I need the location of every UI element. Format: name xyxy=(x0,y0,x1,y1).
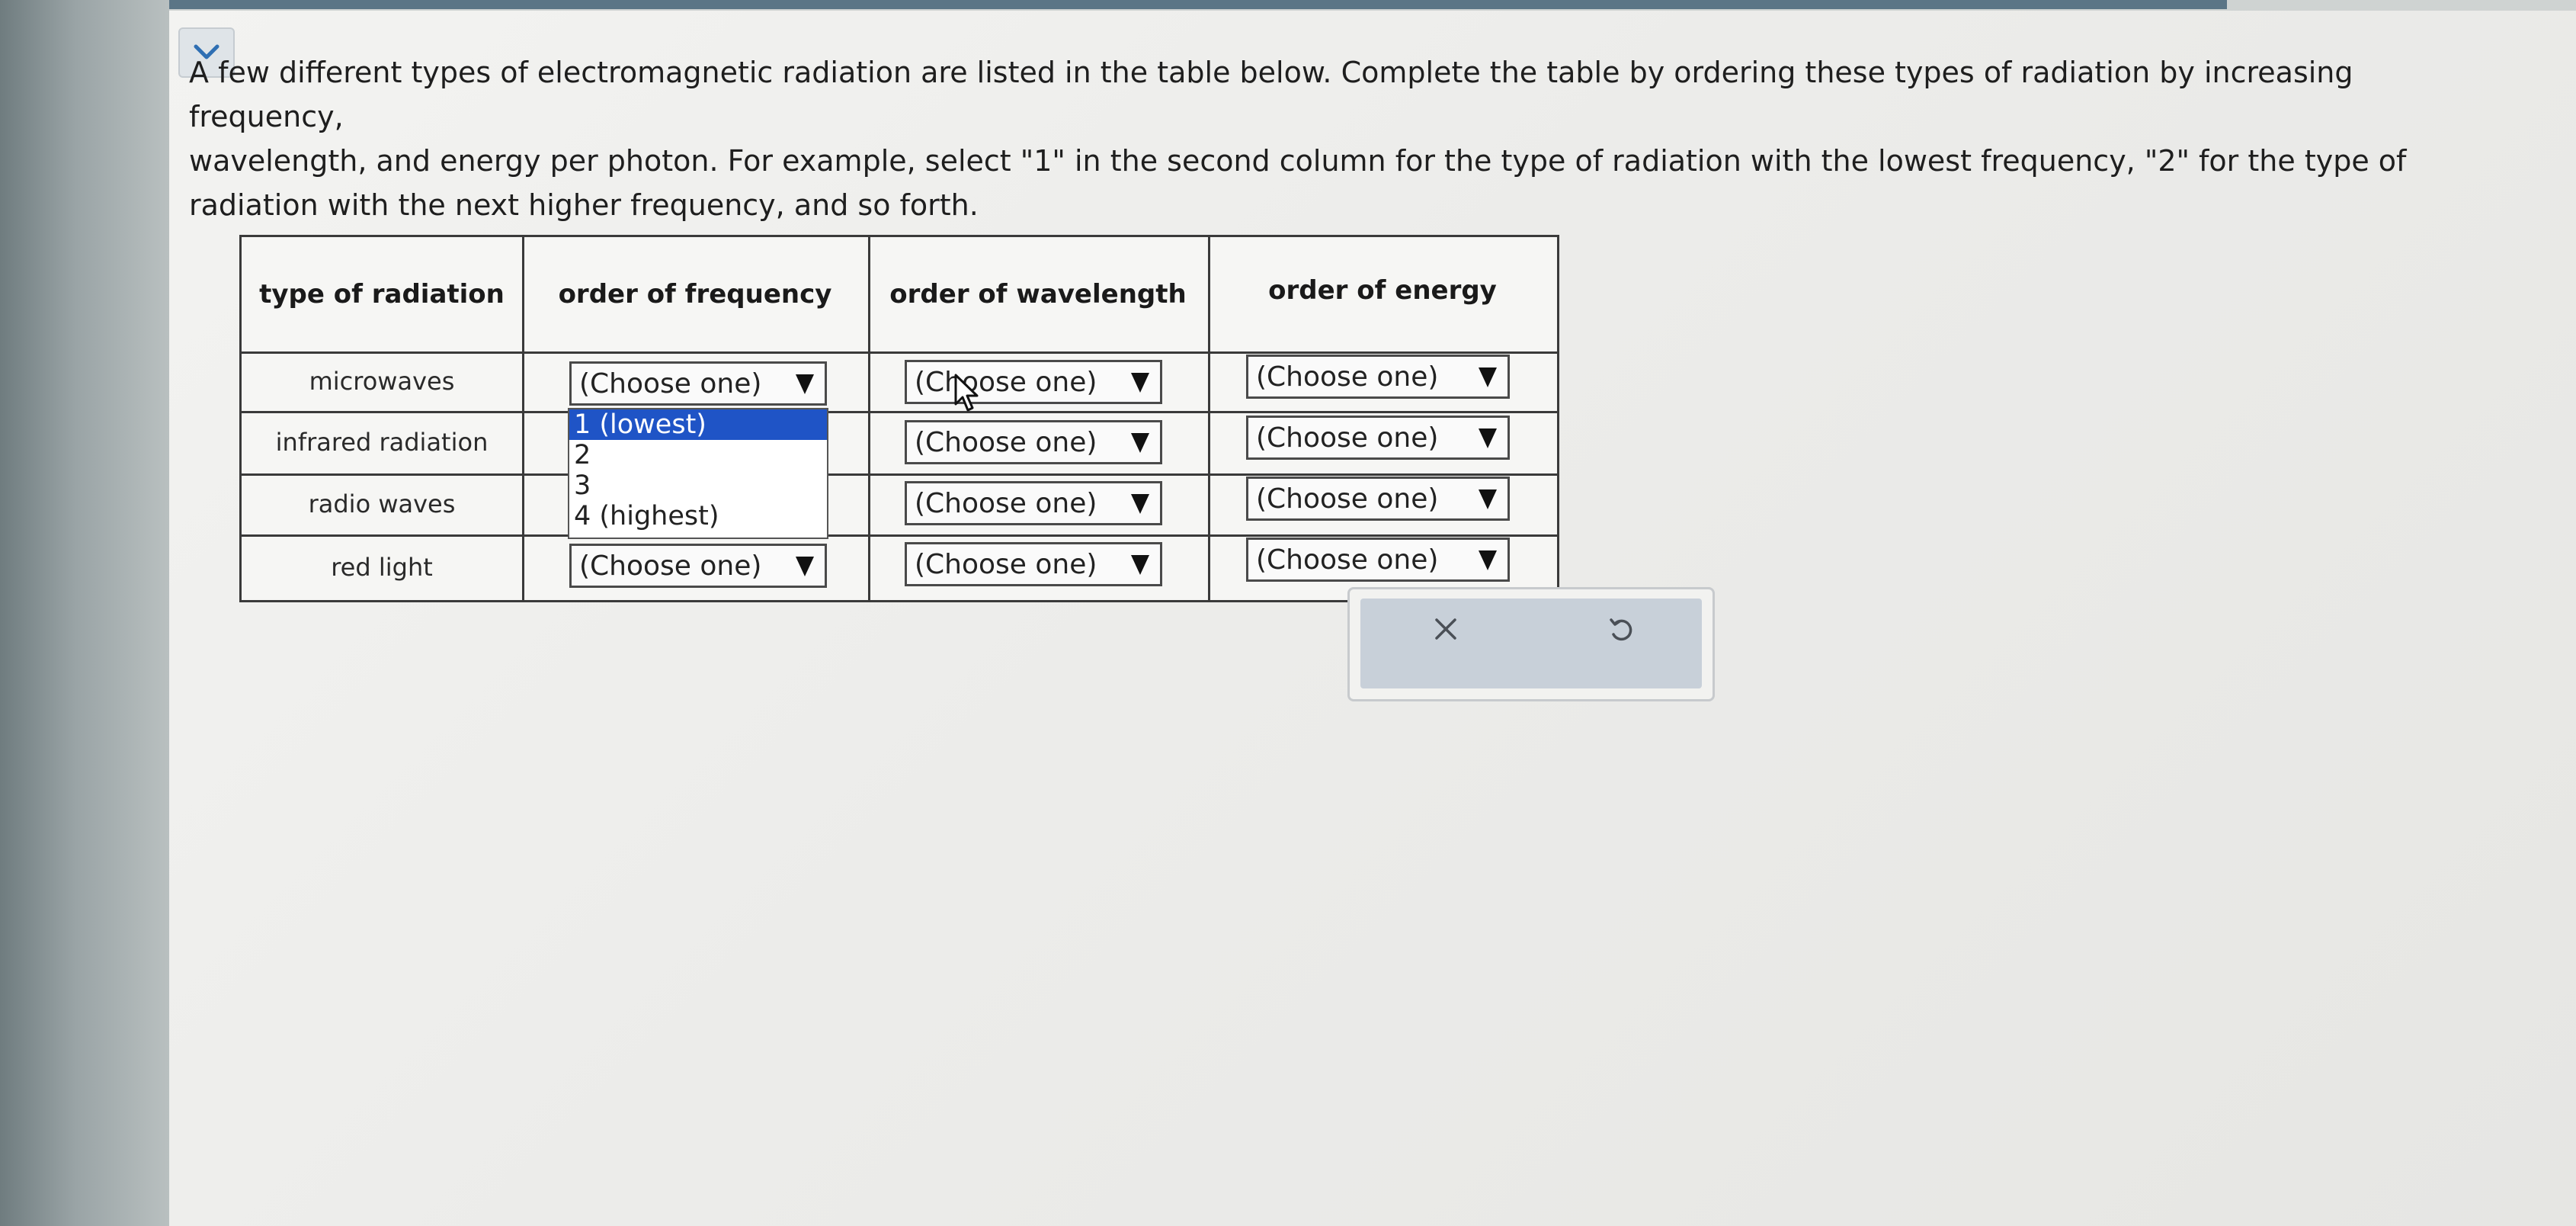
wavelength-select-microwaves[interactable]: (Choose one) xyxy=(905,360,1162,404)
top-header-strip xyxy=(169,0,2576,11)
select-value: (Choose one) xyxy=(915,426,1097,458)
frequency-options-list[interactable]: 1 (lowest) 2 3 4 (highest) xyxy=(568,408,828,539)
option-2[interactable]: 2 xyxy=(569,440,827,470)
select-value: (Choose one) xyxy=(1256,361,1439,393)
mouse-cursor-icon xyxy=(954,374,979,412)
wavelength-select-infrared-radiation[interactable]: (Choose one) xyxy=(905,420,1162,464)
instructions-line-2: wavelength, and energy per photon. For e… xyxy=(189,144,2407,178)
row-label-red-light: red light xyxy=(331,553,433,582)
energy-select-red-light[interactable]: (Choose one) xyxy=(1246,538,1510,582)
clear-button[interactable] xyxy=(1423,606,1469,652)
header-accent-bar xyxy=(169,0,2227,9)
header-order-of-wavelength: order of wavelength xyxy=(889,279,1187,310)
undo-button[interactable] xyxy=(1598,606,1644,652)
dropdown-arrow-icon xyxy=(1131,373,1149,393)
option-1-lowest[interactable]: 1 (lowest) xyxy=(569,409,827,440)
dropdown-arrow-icon xyxy=(1131,433,1149,453)
energy-select-radio-waves[interactable]: (Choose one) xyxy=(1246,477,1510,521)
row-label-microwaves: microwaves xyxy=(309,367,455,396)
select-value: (Choose one) xyxy=(915,366,1097,398)
dropdown-arrow-icon xyxy=(796,557,814,576)
undo-icon xyxy=(1610,618,1632,641)
select-value: (Choose one) xyxy=(579,367,762,400)
select-value: (Choose one) xyxy=(1256,422,1439,454)
action-bar-background xyxy=(1360,599,1702,688)
select-value: (Choose one) xyxy=(1256,544,1439,576)
select-value: (Choose one) xyxy=(915,548,1097,580)
option-3[interactable]: 3 xyxy=(569,470,827,501)
dropdown-arrow-icon xyxy=(1479,550,1497,570)
question-instructions: A few different types of electromagnetic… xyxy=(189,50,2445,227)
dropdown-arrow-icon xyxy=(1131,494,1149,514)
question-page: A few different types of electromagnetic… xyxy=(169,11,2576,1226)
radiation-order-table: type of radiation order of frequency ord… xyxy=(239,235,1559,602)
row-label-radio-waves: radio waves xyxy=(308,489,456,518)
wavelength-select-radio-waves[interactable]: (Choose one) xyxy=(905,481,1162,525)
header-type-of-radiation: type of radiation xyxy=(259,279,505,310)
header-order-of-frequency: order of frequency xyxy=(558,279,832,310)
energy-select-microwaves[interactable]: (Choose one) xyxy=(1246,355,1510,399)
select-value: (Choose one) xyxy=(915,487,1097,519)
select-value: (Choose one) xyxy=(579,550,762,582)
dropdown-arrow-icon xyxy=(796,374,814,394)
frequency-select-red-light[interactable]: (Choose one) xyxy=(569,544,827,588)
header-order-of-energy: order of energy xyxy=(1268,275,1497,306)
dropdown-arrow-icon xyxy=(1479,489,1497,509)
frequency-select-microwaves[interactable]: (Choose one) xyxy=(569,361,827,406)
screen-bezel-left xyxy=(0,0,169,1226)
instructions-line-1: A few different types of electromagnetic… xyxy=(189,56,2353,133)
option-4-highest[interactable]: 4 (highest) xyxy=(569,501,827,531)
close-icon xyxy=(1435,618,1456,640)
dropdown-arrow-icon xyxy=(1131,555,1149,575)
answer-action-bar xyxy=(1347,587,1715,701)
dropdown-arrow-icon xyxy=(1479,367,1497,387)
energy-select-infrared-radiation[interactable]: (Choose one) xyxy=(1246,416,1510,460)
instructions-line-3: radiation with the next higher frequency… xyxy=(189,188,979,222)
dropdown-arrow-icon xyxy=(1479,428,1497,448)
row-label-infrared-radiation: infrared radiation xyxy=(275,428,489,457)
wavelength-select-red-light[interactable]: (Choose one) xyxy=(905,542,1162,586)
select-value: (Choose one) xyxy=(1256,483,1439,515)
